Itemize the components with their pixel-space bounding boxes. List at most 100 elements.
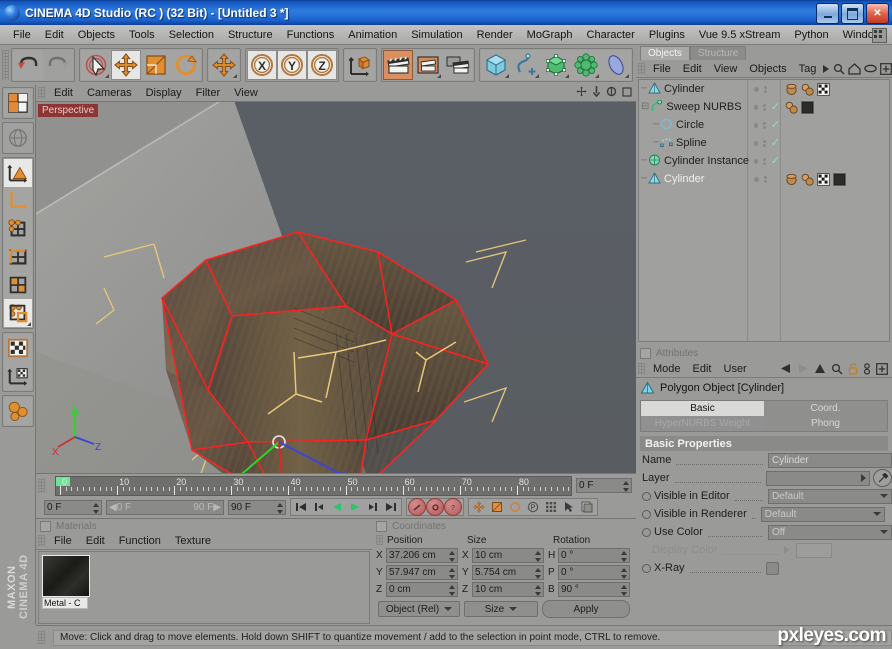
- visibility-dot-editor[interactable]: [754, 104, 758, 110]
- lock-y-button[interactable]: Y: [277, 50, 307, 80]
- submenu-corner-icon[interactable]: [505, 74, 509, 78]
- world-object-coords-button[interactable]: [345, 50, 375, 80]
- forward-arrow-icon[interactable]: [797, 363, 809, 374]
- visible-editor-select[interactable]: Default: [768, 488, 892, 504]
- start-frame-field[interactable]: 0 F: [44, 499, 102, 515]
- key-scale-button[interactable]: [488, 499, 506, 515]
- object-axis-button[interactable]: [3, 159, 32, 187]
- lock-icon[interactable]: [848, 362, 858, 375]
- key-pla-button[interactable]: [542, 499, 560, 515]
- search-icon[interactable]: [831, 363, 843, 375]
- object-visibility-cell[interactable]: [748, 80, 780, 98]
- menu-item-objects[interactable]: Objects: [71, 27, 122, 43]
- material-tag[interactable]: [801, 83, 814, 96]
- coordinates-panel-icon[interactable]: [376, 520, 387, 532]
- texture-mode-button[interactable]: [3, 334, 32, 362]
- move-tool-button[interactable]: [111, 50, 141, 80]
- object-manager-grip[interactable]: [638, 62, 645, 75]
- visibility-dot-editor[interactable]: [754, 176, 759, 182]
- menu-item-edit[interactable]: Edit: [38, 27, 71, 43]
- visibility-dot-editor[interactable]: [754, 140, 758, 146]
- expand-icon[interactable]: [876, 362, 888, 375]
- xray-checkbox[interactable]: [766, 561, 779, 575]
- visibility-dot-renderer[interactable]: [762, 121, 766, 129]
- object-menu-edit[interactable]: Edit: [677, 63, 708, 75]
- visibility-dot-editor[interactable]: [754, 158, 758, 164]
- layer-field[interactable]: [766, 470, 870, 486]
- visibility-dot-renderer[interactable]: [764, 175, 767, 183]
- add-cube-button[interactable]: [481, 50, 511, 80]
- materials-panel-icon[interactable]: [40, 520, 51, 532]
- object-menu-tag[interactable]: Tag: [793, 63, 823, 75]
- visible-renderer-radio[interactable]: [642, 509, 651, 519]
- slider-right-arrow[interactable]: ▶: [213, 502, 221, 513]
- make-editable-button[interactable]: [3, 89, 32, 117]
- size-y-spinner[interactable]: [535, 568, 541, 579]
- viewport-3d[interactable]: Perspective Y X Z: [36, 102, 636, 473]
- viewport-menu-view[interactable]: View: [227, 87, 265, 99]
- visibility-dot-renderer[interactable]: [764, 85, 767, 93]
- slider-left-arrow[interactable]: ◀: [109, 502, 117, 513]
- key-position-button[interactable]: [470, 499, 488, 515]
- toolbar-grip[interactable]: [2, 50, 9, 80]
- maximize-button[interactable]: [841, 3, 864, 24]
- texture-axis-mode-button[interactable]: [3, 362, 32, 390]
- visibility-dot-renderer[interactable]: [762, 157, 766, 165]
- tab-coord[interactable]: Coord.: [764, 401, 887, 416]
- attributes-menu-mode[interactable]: Mode: [647, 363, 687, 375]
- menu-item-mograph[interactable]: MoGraph: [520, 27, 580, 43]
- search-icon[interactable]: [833, 63, 845, 75]
- attributes-grip[interactable]: [638, 362, 645, 375]
- move-active-button[interactable]: [209, 50, 239, 80]
- add-deformer-button[interactable]: [601, 50, 631, 80]
- dope-sheet-button[interactable]: [578, 499, 596, 515]
- object-menu-objects[interactable]: Objects: [743, 63, 792, 75]
- visibility-dot-renderer[interactable]: [762, 103, 766, 111]
- position-x-spinner[interactable]: [449, 551, 455, 562]
- menu-item-file[interactable]: File: [6, 27, 38, 43]
- timeline-ruler[interactable]: 0102030405060708090: [55, 475, 572, 496]
- up-arrow-icon[interactable]: [814, 363, 826, 374]
- attributes-menu-edit[interactable]: Edit: [687, 363, 718, 375]
- object-tags-cell[interactable]: [781, 170, 889, 188]
- record-active-objects-button[interactable]: [408, 498, 426, 516]
- home-icon[interactable]: [848, 62, 862, 75]
- end-frame-spinner[interactable]: [277, 502, 283, 514]
- size-y-field[interactable]: 5.754 cm: [472, 565, 544, 580]
- previous-key-button[interactable]: [310, 499, 328, 515]
- visible-renderer-select[interactable]: Default: [760, 506, 885, 522]
- attributes-panel-icon[interactable]: [640, 347, 651, 359]
- submenu-corner-icon[interactable]: [625, 74, 629, 78]
- materials-grip[interactable]: [38, 535, 45, 547]
- minimize-button[interactable]: [816, 3, 839, 24]
- point-mode-button[interactable]: [3, 215, 32, 243]
- scale-tool-button[interactable]: [141, 50, 171, 80]
- edge-mode-button[interactable]: [3, 243, 32, 271]
- materials-list[interactable]: Metal - C: [38, 551, 370, 624]
- viewport-menu-filter[interactable]: Filter: [189, 87, 227, 99]
- end-frame-field[interactable]: 90 F: [228, 499, 286, 515]
- menu-item-plugins[interactable]: Plugins: [642, 27, 692, 43]
- material-tag[interactable]: [801, 173, 814, 186]
- object-menu-view[interactable]: View: [708, 63, 744, 75]
- object-tree[interactable]: ─ Cylinder ⊟ Sweep NURBS ─ Circle ─ Spline ─ Cyli…: [638, 79, 890, 342]
- object-row[interactable]: ⊟ Sweep NURBS: [639, 98, 747, 116]
- status-grip[interactable]: [38, 631, 45, 644]
- menu-layout-icon[interactable]: [872, 28, 887, 43]
- lock-z-button[interactable]: Z: [307, 50, 337, 80]
- go-to-start-button[interactable]: [292, 499, 310, 515]
- object-tags-cell[interactable]: [781, 134, 889, 152]
- rotation-p-field[interactable]: 0 °: [558, 565, 630, 580]
- workplane-button[interactable]: [3, 397, 32, 425]
- model-mode-button[interactable]: [3, 124, 32, 152]
- tab-objects[interactable]: Objects: [640, 46, 690, 60]
- uv-tag[interactable]: [817, 172, 830, 186]
- position-z-field[interactable]: 0 cm: [386, 582, 458, 597]
- size-x-field[interactable]: 10 cm: [472, 548, 544, 563]
- object-visibility-cell[interactable]: ✓: [748, 98, 780, 116]
- start-frame-spinner[interactable]: [93, 502, 99, 514]
- render-view-button[interactable]: [383, 50, 413, 80]
- rotation-h-spinner[interactable]: [621, 551, 627, 562]
- display-color-swatch[interactable]: [796, 542, 833, 558]
- submenu-corner-icon[interactable]: [595, 74, 599, 78]
